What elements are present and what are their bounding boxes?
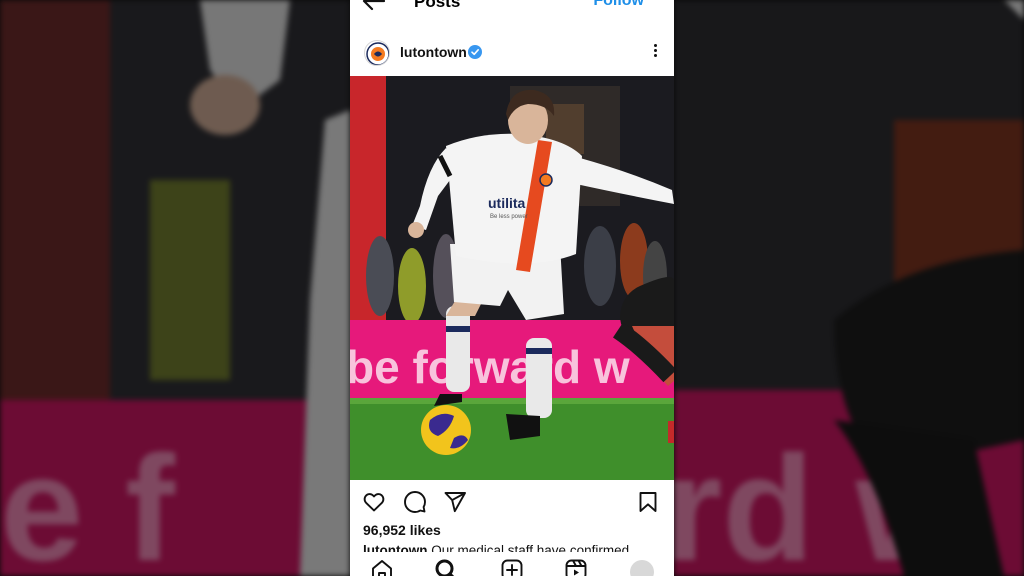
likes-count[interactable]: 96,952 likes: [363, 522, 441, 538]
home-icon[interactable]: [370, 558, 394, 576]
post-username[interactable]: lutontown: [400, 44, 467, 60]
shirt-subtext: Be less power: [490, 214, 528, 220]
create-icon[interactable]: [500, 558, 524, 576]
more-options-icon[interactable]: [652, 42, 658, 62]
search-icon[interactable]: [434, 558, 458, 576]
reels-icon[interactable]: [564, 558, 588, 576]
board-text: be forward w: [350, 341, 630, 393]
post-actions: [350, 488, 674, 516]
background-blur-right: rd w: [674, 0, 1024, 576]
verified-badge-icon: [468, 45, 482, 59]
follow-button[interactable]: Follow: [593, 0, 644, 10]
instagram-post-view: Posts Follow lutontown be forward w util…: [350, 0, 674, 576]
page-title: Posts: [414, 0, 461, 11]
comment-icon[interactable]: [403, 490, 427, 514]
club-crest-icon: [366, 42, 389, 65]
shirt-sponsor-text: utilita: [488, 195, 526, 211]
arrow-left-icon[interactable]: [362, 0, 386, 12]
avatar[interactable]: [364, 40, 390, 66]
bottom-nav: [350, 552, 674, 576]
bookmark-icon[interactable]: [636, 490, 660, 514]
profile-avatar[interactable]: [630, 560, 654, 576]
post-header: lutontown: [350, 34, 674, 74]
heart-icon[interactable]: [362, 490, 386, 514]
post-photo[interactable]: be forward w utilita Be less power: [350, 76, 674, 480]
top-nav: Posts Follow: [350, 0, 674, 16]
background-blur-left: e f: [0, 0, 350, 576]
share-icon[interactable]: [443, 490, 467, 514]
